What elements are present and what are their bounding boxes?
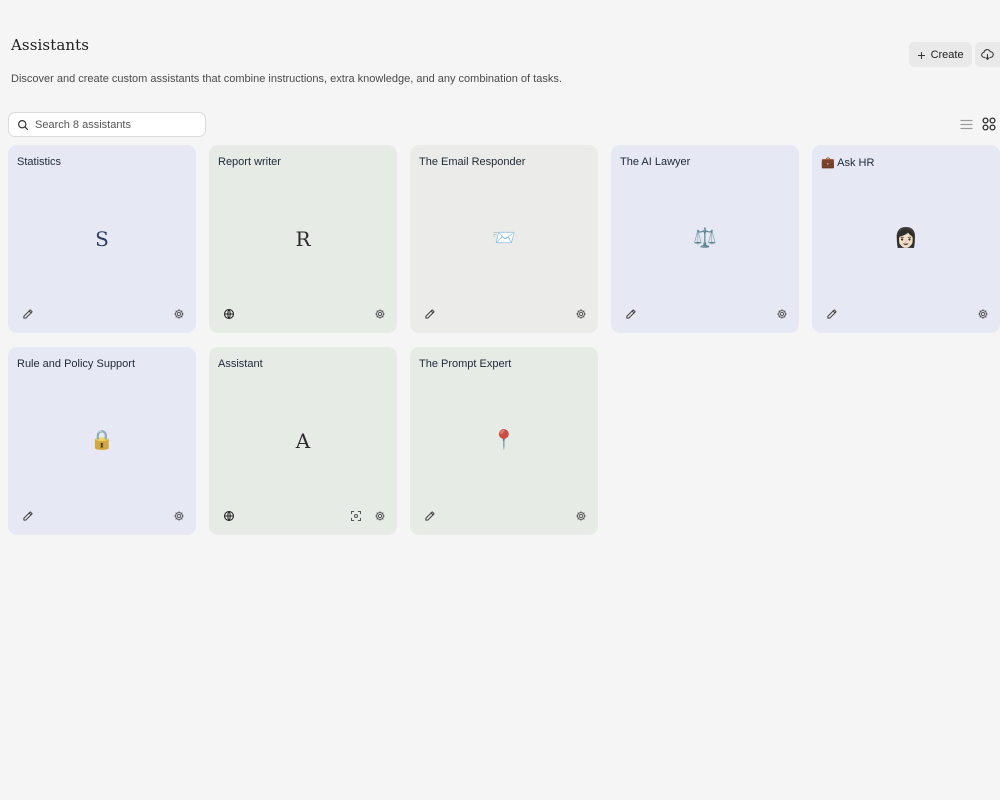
list-icon <box>959 119 973 130</box>
assistant-card-title: The AI Lawyer <box>620 156 691 168</box>
assistant-card[interactable]: 💼 Ask HR 👩🏻 <box>812 145 1000 333</box>
pencil-icon[interactable] <box>21 509 34 522</box>
assistant-card[interactable]: The AI Lawyer ⚖️ <box>611 145 799 333</box>
pencil-icon[interactable] <box>21 307 34 320</box>
globe-icon[interactable] <box>222 307 235 320</box>
gear-icon[interactable] <box>373 509 386 522</box>
pencil-icon[interactable] <box>825 307 838 320</box>
assistant-card[interactable]: Assistant A <box>209 347 397 535</box>
create-button-label: Create <box>930 48 964 61</box>
assistant-avatar: 📍 <box>492 430 516 451</box>
pencil-icon[interactable] <box>423 307 436 320</box>
gear-icon[interactable] <box>373 307 386 320</box>
search-icon <box>17 119 29 131</box>
assistant-card-title: Statistics <box>17 156 62 168</box>
assistant-card[interactable]: The Prompt Expert 📍 <box>410 347 598 535</box>
assistant-card[interactable]: Rule and Policy Support 🔒 <box>8 347 196 535</box>
pencil-icon[interactable] <box>423 509 436 522</box>
page-description: Discover and create custom assistants th… <box>11 73 562 85</box>
assistant-avatar: 👩🏻 <box>894 228 918 249</box>
assistant-card[interactable]: Statistics S <box>8 145 196 333</box>
gear-icon[interactable] <box>574 307 587 320</box>
gear-icon[interactable] <box>976 307 989 320</box>
assistant-card-title: Rule and Policy Support <box>17 358 136 370</box>
assistant-card[interactable]: The Email Responder 📨 <box>410 145 598 333</box>
assistant-avatar: R <box>295 227 311 251</box>
globe-icon[interactable] <box>222 509 235 522</box>
assistant-card-title: Assistant <box>218 358 263 370</box>
plus-icon: + <box>917 46 926 63</box>
grid-icon <box>982 117 996 131</box>
assistant-card[interactable]: Report writer R <box>209 145 397 333</box>
import-button[interactable] <box>975 42 1000 67</box>
assistant-avatar: 📨 <box>492 228 516 249</box>
assistant-avatar: S <box>95 227 109 251</box>
focus-icon[interactable] <box>349 509 362 522</box>
assistant-avatar: ⚖️ <box>693 228 717 249</box>
assistants-grid: Statistics S Report writer R The Email Res… <box>8 145 1000 535</box>
gear-icon[interactable] <box>172 307 185 320</box>
assistant-card-title: Report writer <box>218 156 281 168</box>
page-title: Assistants <box>11 36 90 54</box>
pencil-icon[interactable] <box>624 307 637 320</box>
assistant-avatar: A <box>295 429 311 453</box>
cloud-download-icon <box>981 48 994 61</box>
assistant-card-title: The Prompt Expert <box>419 358 512 370</box>
assistant-avatar: 🔒 <box>90 430 114 451</box>
gear-icon[interactable] <box>172 509 185 522</box>
list-view-toggle[interactable] <box>958 116 974 132</box>
grid-view-toggle[interactable] <box>980 116 998 132</box>
gear-icon[interactable] <box>775 307 788 320</box>
create-button[interactable]: + Create <box>909 42 972 67</box>
gear-icon[interactable] <box>574 509 587 522</box>
search-input[interactable] <box>35 118 195 131</box>
assistant-card-title: 💼 Ask HR <box>821 157 875 169</box>
search-box[interactable] <box>8 112 206 137</box>
assistant-card-title: The Email Responder <box>419 156 526 168</box>
